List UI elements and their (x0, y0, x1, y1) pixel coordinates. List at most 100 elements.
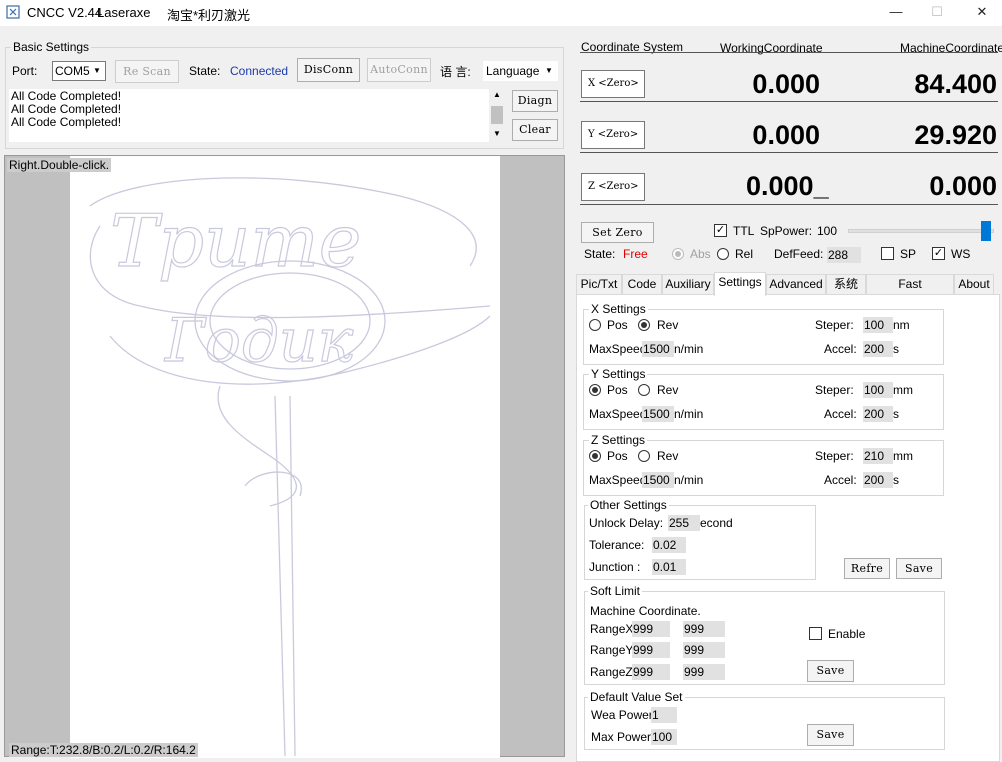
preview-canvas[interactable]: Трите Годик Right.Double-click. Range:T:… (4, 155, 565, 758)
soft-limit-save-button[interactable]: Save (807, 660, 854, 682)
scroll-up-icon[interactable]: ▲ (493, 90, 501, 99)
z-settings-label: Z Settings (589, 433, 648, 447)
z-accel-field[interactable]: 200 (863, 472, 893, 488)
wea-power-field[interactable]: 1 (651, 707, 677, 723)
y-steper-field[interactable]: 100 (863, 382, 893, 398)
sp-power-label: SpPower: (760, 224, 813, 238)
x-maxspeed-unit: n/min (674, 342, 704, 356)
y-steper-unit: mm (893, 383, 913, 397)
range-z-max-field[interactable]: 999 (683, 664, 725, 680)
minimize-button[interactable]: — (880, 2, 912, 22)
unlock-delay-unit: econd (700, 516, 733, 530)
refresh-button[interactable]: Refre (844, 558, 890, 579)
junction-label: Junction : (589, 560, 641, 574)
scroll-thumb[interactable] (491, 106, 503, 124)
x-pos-radio[interactable] (589, 319, 601, 331)
tab-system[interactable]: 系统 (826, 274, 866, 294)
max-power-field[interactable]: 100 (651, 729, 677, 745)
sp-power-slider[interactable] (848, 229, 994, 233)
y-pos-radio[interactable] (589, 384, 601, 396)
range-y-max-field[interactable]: 999 (683, 642, 725, 658)
close-button[interactable]: ✕ (966, 2, 998, 22)
range-z-min-field[interactable]: 999 (632, 664, 670, 680)
unlock-delay-label: Unlock Delay: (589, 516, 664, 530)
z-steper-label: Steper: (815, 449, 854, 463)
port-value: COM5 (55, 64, 90, 78)
language-select[interactable]: Language ▼ (483, 61, 558, 81)
junction-field[interactable]: 0.01 (652, 559, 686, 575)
defaults-save-button[interactable]: Save (807, 724, 854, 746)
y-maxspeed-field[interactable]: 1500 (642, 406, 674, 422)
range-y-min-field[interactable]: 999 (632, 642, 670, 658)
clear-button[interactable]: Clear (512, 119, 558, 141)
range-x-max-field[interactable]: 999 (683, 621, 725, 637)
disconnect-button[interactable]: DisConn (297, 58, 360, 82)
ws-checkbox[interactable]: ✓ (932, 247, 945, 260)
z-pos-radio[interactable] (589, 450, 601, 462)
autoconn-button[interactable]: AutoConn (367, 58, 431, 82)
range-x-label: RangeX: (590, 622, 637, 636)
tab-code[interactable]: Code (622, 274, 662, 294)
unlock-delay-field[interactable]: 255 (668, 515, 700, 531)
y-settings-label: Y Settings (589, 367, 648, 381)
tab-fast-processing[interactable]: Fast Processing (866, 274, 954, 310)
title-bar: CNCC V2.44 Laseraxe 淘宝*利刃激光 — ☐ ✕ (0, 0, 1002, 26)
z-maxspeed-field[interactable]: 1500 (642, 472, 674, 488)
port-label: Port: (12, 64, 38, 78)
tab-about[interactable]: About (954, 274, 994, 294)
tab-auxiliary[interactable]: Auxiliary (662, 274, 714, 294)
x-rev-label: Rev (657, 318, 679, 332)
app-subtitle: Laseraxe (97, 5, 151, 20)
app-icon (6, 5, 20, 19)
port-select[interactable]: COM5 ▼ (52, 61, 106, 81)
rescan-button[interactable]: Re Scan (115, 60, 179, 83)
tolerance-field[interactable]: 0.02 (652, 537, 686, 553)
deffeed-field[interactable]: 288 (827, 247, 861, 263)
artwork-line-1: Трите (110, 199, 361, 283)
z-zero-button[interactable]: Z <Zero> (581, 173, 645, 201)
x-steper-field[interactable]: 100 (863, 317, 893, 333)
z-accel-unit: s (893, 473, 899, 487)
y-rev-radio[interactable] (638, 384, 650, 396)
scroll-down-icon[interactable]: ▼ (493, 129, 501, 138)
abs-radio[interactable] (672, 248, 684, 260)
x-maxspeed-field[interactable]: 1500 (642, 341, 674, 357)
sp-checkbox[interactable] (881, 247, 894, 260)
y-maxspeed-unit: n/min (674, 407, 704, 421)
x-accel-field[interactable]: 200 (863, 341, 893, 357)
state-label: State: (584, 247, 616, 261)
y-accel-field[interactable]: 200 (863, 406, 893, 422)
diagn-button[interactable]: Diagn (512, 90, 558, 112)
soft-limit-note: Machine Coordinate. (590, 604, 701, 618)
ttl-label: TTL (733, 224, 755, 238)
rel-label: Rel (735, 247, 754, 261)
x-zero-button[interactable]: X <Zero> (581, 70, 645, 98)
z-rev-radio[interactable] (638, 450, 650, 462)
sp-power-value: 100 (817, 224, 838, 238)
ttl-checkbox[interactable]: ✓ (714, 224, 727, 237)
log-scrollbar[interactable]: ▲ ▼ (489, 89, 505, 142)
tab-pic-txt[interactable]: Pic/Txt (576, 274, 622, 294)
log-box[interactable]: All Code Completed! All Code Completed! … (9, 89, 505, 142)
sp-power-slider-thumb[interactable] (981, 221, 991, 241)
app-title: CNCC V2.44 (27, 5, 103, 20)
x-steper-label: Steper: (815, 318, 854, 332)
range-x-min-field[interactable]: 999 (632, 621, 670, 637)
z-steper-field[interactable]: 210 (863, 448, 893, 464)
z-maxspeed-unit: n/min (674, 473, 704, 487)
set-zero-button[interactable]: Set Zero (581, 222, 654, 243)
maximize-button[interactable]: ☐ (921, 2, 953, 22)
y-zero-button[interactable]: Y <Zero> (581, 121, 645, 149)
artwork-line-2: Годик (164, 306, 354, 376)
rel-radio[interactable] (717, 248, 729, 260)
x-maxspeed-label: MaxSpeed: (589, 342, 650, 356)
other-save-button[interactable]: Save (896, 558, 942, 579)
tab-settings[interactable]: Settings (714, 272, 766, 296)
connection-state: Connected (230, 64, 289, 78)
soft-limit-enable-checkbox[interactable] (809, 627, 822, 640)
z-steper-unit: mm (893, 449, 913, 463)
x-rev-radio[interactable] (638, 319, 650, 331)
tab-advanced[interactable]: Advanced (766, 274, 826, 294)
y-maxspeed-label: MaxSpeed: (589, 407, 650, 421)
divider (580, 52, 998, 53)
